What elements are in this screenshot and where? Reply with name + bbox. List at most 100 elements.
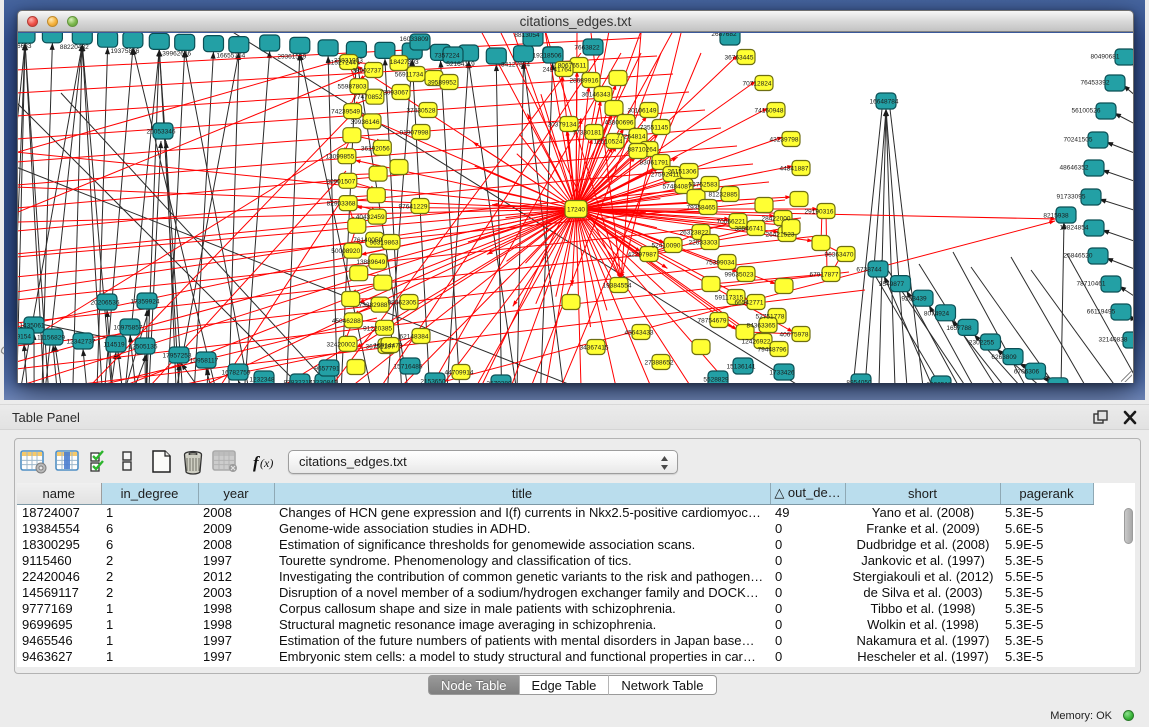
- svg-text:26323822: 26323822: [680, 230, 709, 237]
- svg-text:21527244: 21527244: [327, 60, 356, 67]
- svg-text:24241764: 24241764: [543, 67, 572, 74]
- svg-text:8954050: 8954050: [846, 380, 872, 384]
- svg-text:8813054: 8813054: [514, 33, 540, 39]
- svg-text:39154: 39154: [18, 334, 31, 341]
- svg-text:15716485: 15716485: [394, 364, 423, 371]
- svg-text:114519: 114519: [103, 342, 125, 349]
- svg-text:52164119: 52164119: [446, 61, 475, 68]
- svg-text:20206536: 20206536: [91, 300, 120, 307]
- svg-text:83061791: 83061791: [640, 160, 669, 167]
- svg-text:32140838: 32140838: [1099, 337, 1128, 344]
- svg-text:59117315: 59117315: [715, 295, 744, 302]
- svg-text:8074924: 8074924: [924, 310, 950, 317]
- svg-text:9657791: 9657791: [314, 366, 340, 373]
- svg-text:79358465: 79358465: [687, 205, 716, 212]
- svg-text:19218506: 19218506: [533, 53, 562, 60]
- svg-text:34367415: 34367415: [580, 345, 609, 352]
- svg-text:91220385: 91220385: [363, 325, 392, 332]
- svg-text:78754679: 78754679: [698, 318, 727, 325]
- svg-text:80901507: 80901507: [326, 178, 355, 185]
- svg-text:36192056: 36192056: [361, 145, 390, 152]
- svg-text:88220482: 88220482: [60, 44, 89, 51]
- svg-text:5528829: 5528829: [703, 377, 729, 384]
- svg-text:77330181: 77330181: [573, 130, 602, 137]
- svg-text:17240: 17240: [567, 207, 585, 214]
- svg-text:1733426: 1733426: [769, 370, 795, 377]
- svg-text:67917877: 67917877: [810, 272, 839, 279]
- svg-text:62148384: 62148384: [400, 334, 429, 341]
- svg-text:22633303: 22633303: [689, 240, 718, 247]
- svg-text:74160948: 74160948: [755, 108, 784, 115]
- svg-text:50008920: 50008920: [331, 248, 360, 255]
- svg-text:98662305: 98662305: [388, 300, 417, 307]
- svg-text:44709914: 44709914: [445, 370, 474, 377]
- svg-text:3549877: 3549877: [879, 281, 905, 288]
- svg-text:16655764: 16655764: [216, 53, 245, 60]
- svg-text:43800696: 43800696: [605, 120, 634, 127]
- svg-text:78710461: 78710461: [1077, 281, 1106, 288]
- svg-text:1435061: 1435061: [19, 323, 45, 330]
- svg-text:29361589: 29361589: [277, 53, 306, 60]
- svg-text:52751778: 52751778: [756, 314, 785, 321]
- svg-text:39936146: 39936146: [351, 119, 380, 126]
- svg-text:45046288: 45046288: [332, 318, 361, 325]
- svg-text:53752583: 53752583: [689, 182, 718, 189]
- svg-text:2570280: 2570280: [486, 381, 512, 384]
- svg-text:97641229: 97641229: [399, 204, 428, 211]
- svg-text:80490681: 80490681: [1091, 54, 1120, 61]
- svg-text:28689916: 28689916: [570, 78, 599, 85]
- svg-text:70241505: 70241505: [1064, 137, 1093, 144]
- svg-text:76453392: 76453392: [1081, 80, 1110, 87]
- svg-text:70712824: 70712824: [743, 81, 772, 88]
- svg-text:73382988: 73382988: [359, 302, 388, 309]
- svg-text:16782759: 16782759: [222, 370, 251, 377]
- svg-text:36763445: 36763445: [725, 55, 754, 62]
- svg-text:19375836: 19375836: [110, 48, 139, 55]
- svg-text:74239549: 74239549: [331, 109, 360, 116]
- svg-text:82903368: 82903368: [327, 201, 356, 208]
- svg-text:84363365: 84363365: [747, 323, 776, 330]
- svg-text:12426922: 12426922: [742, 339, 771, 346]
- svg-text:15136141: 15136141: [727, 364, 756, 371]
- svg-text:56100526: 56100526: [1072, 108, 1101, 115]
- svg-text:56911734: 56911734: [395, 72, 424, 79]
- svg-text:75399034: 75399034: [706, 260, 735, 267]
- svg-text:88710264: 88710264: [628, 147, 657, 154]
- svg-text:18427393: 18427393: [390, 59, 419, 66]
- svg-text:12510524: 12510524: [594, 139, 623, 146]
- svg-text:30106149: 30106149: [628, 108, 657, 115]
- svg-text:12505135: 12505135: [129, 344, 158, 351]
- svg-text:43239798: 43239798: [770, 137, 799, 144]
- svg-text:2687682: 2687682: [711, 33, 737, 38]
- svg-text:26151306: 26151306: [668, 169, 697, 176]
- svg-text:1657788: 1657788: [946, 325, 972, 332]
- svg-text:7663822: 7663822: [574, 45, 600, 52]
- svg-text:29190316: 29190316: [805, 209, 834, 216]
- svg-text:19824854: 19824854: [1060, 225, 1089, 232]
- svg-text:6263809: 6263809: [991, 354, 1017, 361]
- svg-text:77470852: 77470852: [353, 94, 382, 101]
- svg-text:66119495: 66119495: [1087, 309, 1116, 316]
- svg-text:36146343: 36146343: [582, 92, 611, 99]
- svg-text:16914479: 16914479: [374, 343, 403, 350]
- svg-text:2302255: 2302255: [969, 340, 995, 347]
- svg-text:73093067: 73093067: [380, 90, 409, 97]
- svg-text:2090518: 2090518: [926, 382, 952, 384]
- svg-text:2153650: 2153650: [420, 379, 446, 384]
- svg-text:9203439: 9203439: [901, 296, 927, 303]
- svg-text:91733095: 91733095: [1057, 194, 1086, 201]
- svg-text:7357224: 7357224: [434, 53, 460, 60]
- svg-text:11156829: 11156829: [37, 335, 65, 342]
- svg-text:10975857: 10975857: [114, 325, 143, 332]
- svg-text:96319863: 96319863: [370, 240, 399, 247]
- svg-text:8215938: 8215938: [1043, 213, 1069, 220]
- svg-text:30379134: 30379134: [548, 122, 577, 129]
- svg-text:42297987: 42297987: [628, 252, 657, 259]
- svg-text:73551145: 73551145: [640, 125, 669, 132]
- svg-text:(x): (x): [260, 456, 273, 470]
- svg-text:30246633: 30246633: [18, 43, 32, 50]
- svg-text:55987803: 55987803: [338, 84, 367, 91]
- svg-text:16648784: 16648784: [870, 99, 899, 106]
- svg-text:91907998: 91907998: [400, 130, 429, 137]
- svg-text:71230843: 71230843: [309, 380, 338, 384]
